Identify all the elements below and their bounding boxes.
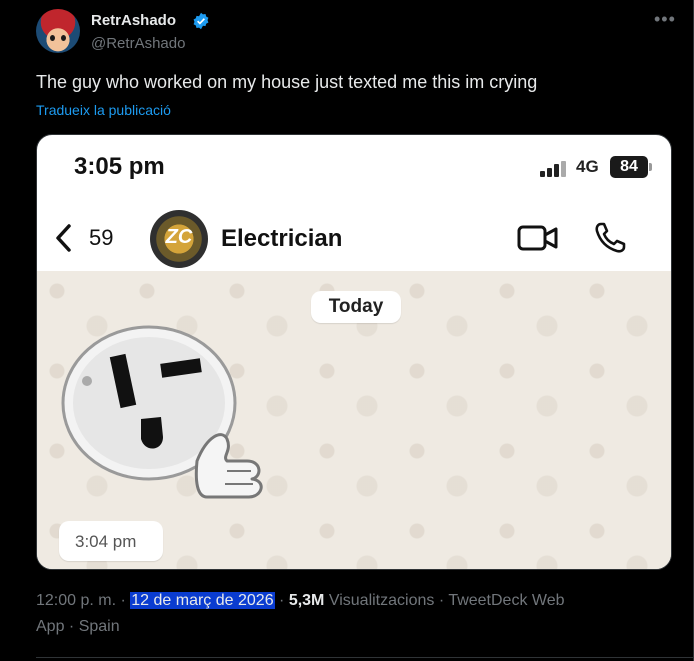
avatar-eye	[61, 35, 66, 41]
tweet-time[interactable]: 12:00 p. m.	[36, 592, 116, 609]
author-avatar[interactable]	[36, 9, 80, 53]
divider	[36, 657, 694, 658]
chat-background: Today 3:04 pm	[37, 271, 671, 569]
meta-separator: ·	[116, 592, 131, 609]
tweet-date[interactable]: 12 de març de 2026	[130, 592, 275, 609]
tweet-text: The guy who worked on my house just text…	[36, 72, 538, 92]
views-count: 5,3M	[288, 592, 325, 609]
battery-level: 84	[610, 156, 648, 178]
message-time: 3:04 pm	[75, 532, 137, 551]
author-display-name[interactable]: RetrAshado	[91, 12, 176, 29]
phone-call-icon	[595, 222, 626, 253]
tweet-metadata: 12:00 p. m. · 12 de març de 2026 · 5,3M …	[36, 592, 565, 610]
contact-avatar: ZC	[150, 210, 208, 268]
contact-avatar-text: ZC	[165, 226, 193, 248]
network-type: 4G	[576, 157, 599, 176]
unread-count: 59	[89, 225, 114, 250]
source-app-part1[interactable]: TweetDeck Web	[448, 592, 564, 609]
tweet-location: Spain	[78, 618, 120, 635]
message-bubble: 3:04 pm	[59, 521, 163, 561]
signal-bars-icon	[540, 161, 566, 177]
date-chip: Today	[311, 291, 401, 323]
meta-separator: ·	[64, 618, 79, 635]
avatar-eye	[50, 35, 55, 41]
more-horizontal-icon[interactable]: •••	[654, 9, 676, 30]
views-label: Visualitzacions	[324, 592, 435, 609]
meta-separator: ·	[434, 592, 449, 609]
verified-badge-icon	[193, 12, 209, 30]
tweet-metadata-line2: App · Spain	[36, 618, 120, 636]
meta-separator: ·	[274, 592, 289, 609]
outlet-thumbs-up-sticker	[61, 325, 263, 499]
author-handle[interactable]: @RetrAshado	[91, 35, 185, 52]
phone-status-time: 3:05 pm	[74, 153, 165, 180]
video-call-icon	[517, 225, 558, 251]
back-chevron-icon	[56, 224, 71, 252]
tweet-media-image[interactable]: 3:05 pm 4G 84 59 ZC Electrician Today 3:…	[36, 134, 672, 570]
battery-tip	[649, 163, 652, 171]
translate-link[interactable]: Tradueix la publicació	[36, 102, 171, 118]
tweet: RetrAshado @RetrAshado ••• The guy who w…	[0, 0, 694, 661]
contact-name: Electrician	[221, 225, 343, 252]
source-app-part2[interactable]: App	[36, 618, 64, 635]
